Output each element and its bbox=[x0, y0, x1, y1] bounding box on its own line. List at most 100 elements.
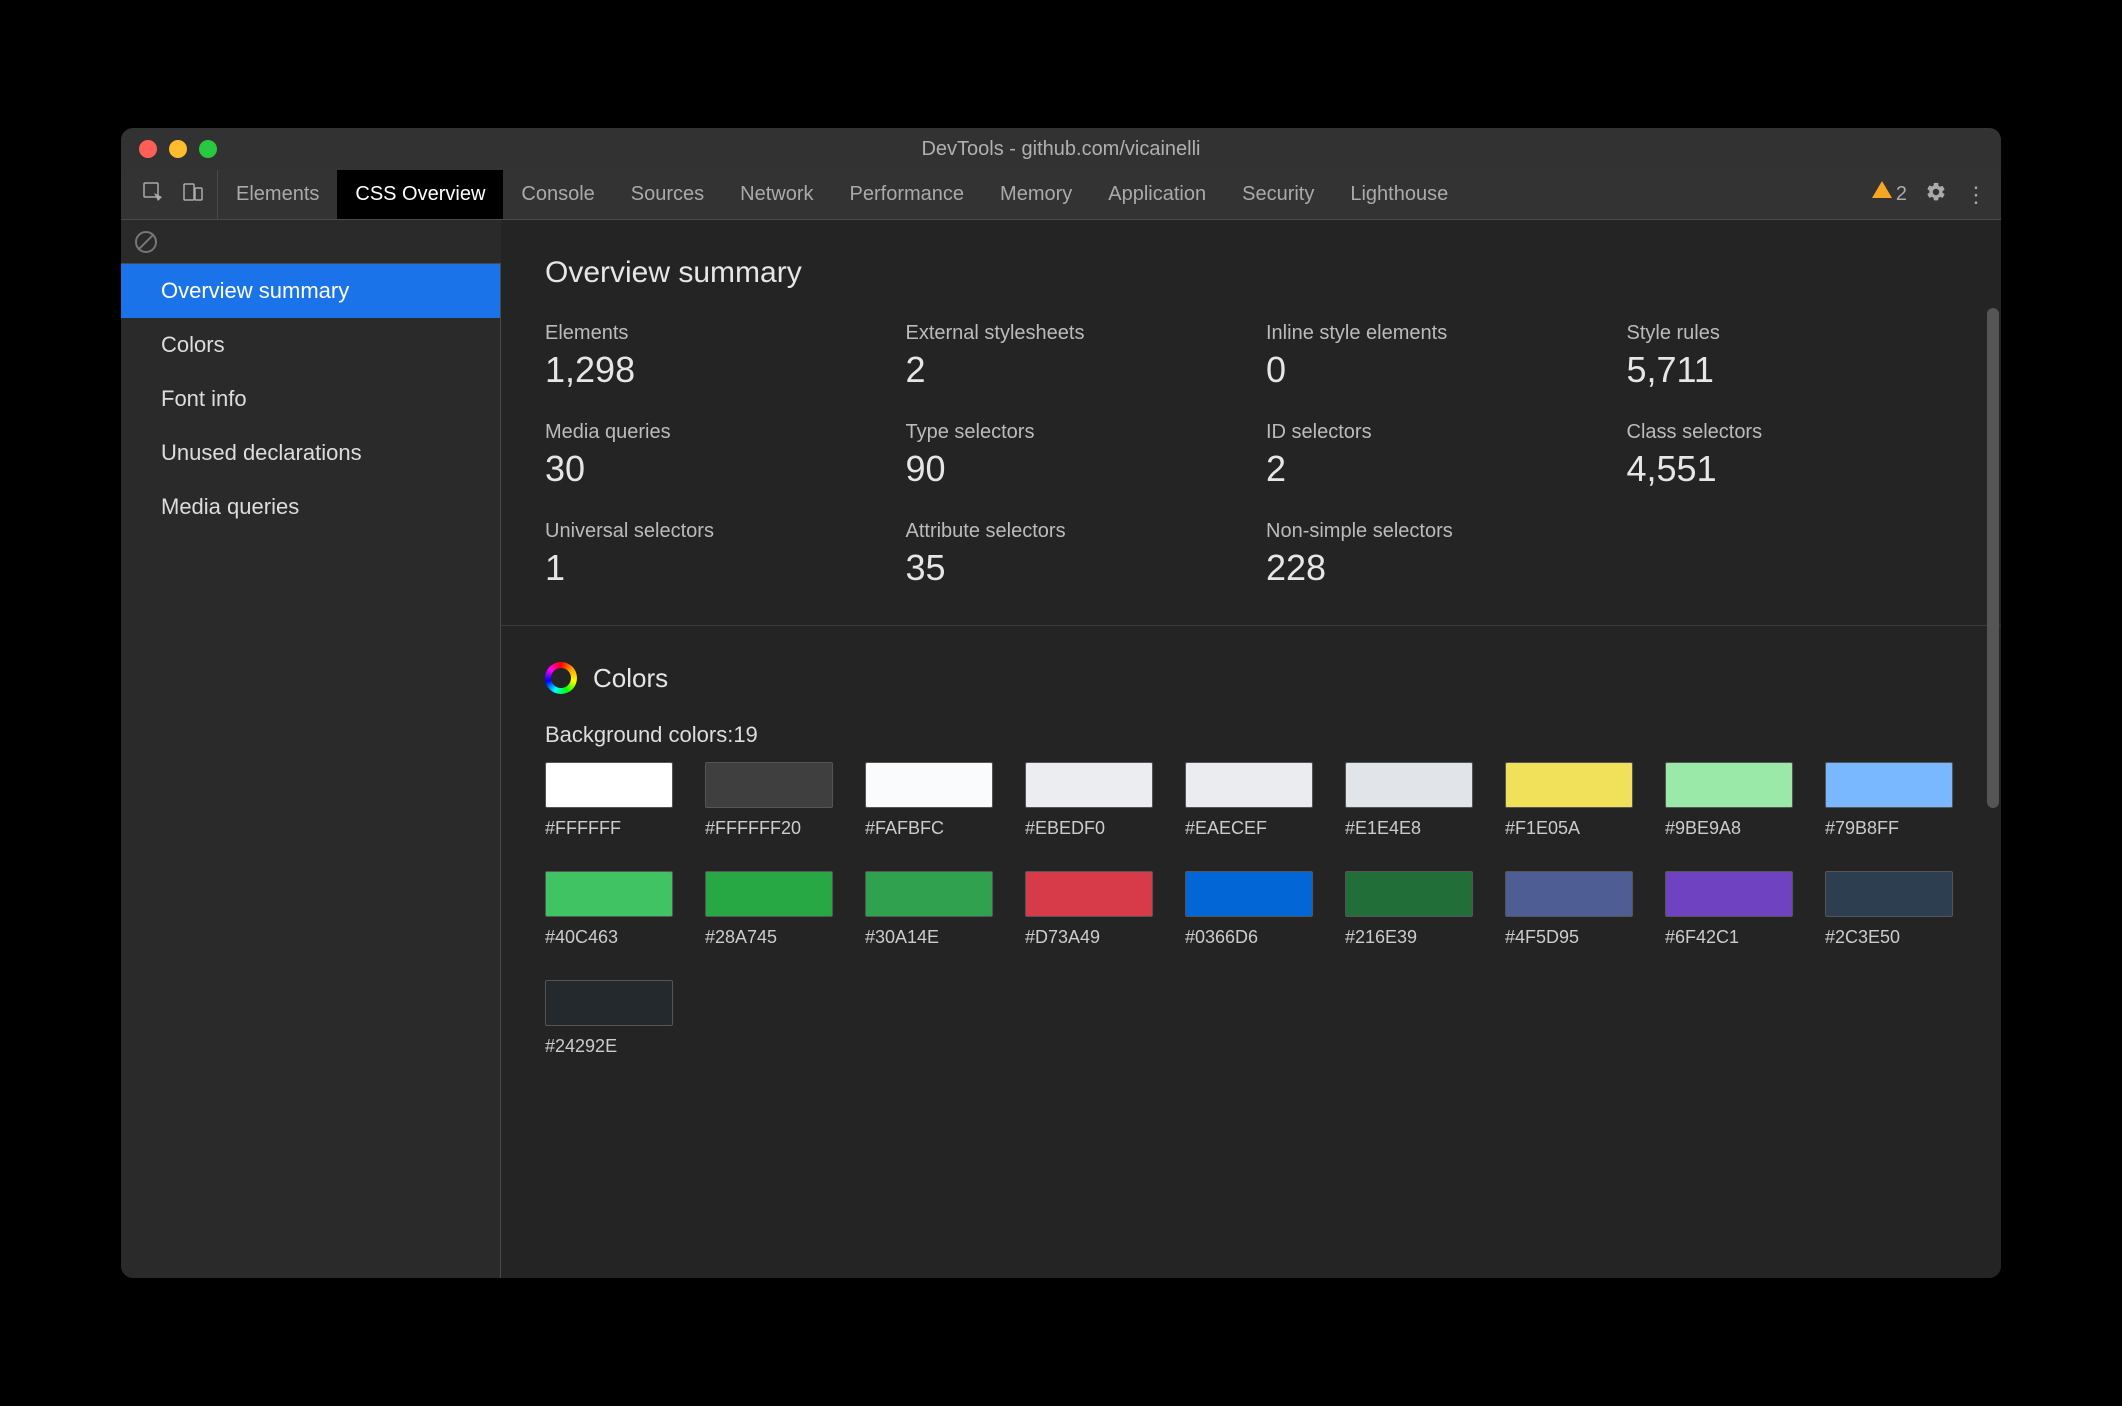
close-window-button[interactable] bbox=[139, 140, 157, 158]
stat-value: 35 bbox=[906, 547, 1237, 589]
swatch-label: #F1E05A bbox=[1505, 818, 1633, 839]
panel-tabs: ElementsCSS OverviewConsoleSourcesNetwor… bbox=[218, 170, 1466, 219]
colors-heading: Colors bbox=[593, 663, 668, 694]
tab-console[interactable]: Console bbox=[503, 170, 612, 219]
swatch-label: #D73A49 bbox=[1025, 927, 1153, 948]
stat-value: 2 bbox=[906, 349, 1237, 391]
stat-value: 2 bbox=[1266, 448, 1597, 490]
clear-overview-icon[interactable] bbox=[135, 231, 157, 253]
stat-label: Media queries bbox=[545, 421, 876, 444]
tab-sources[interactable]: Sources bbox=[613, 170, 722, 219]
overview-summary-section: Overview summary Elements1,298 External s… bbox=[501, 220, 2001, 626]
devtools-window: DevTools - github.com/vicainelli Element… bbox=[121, 128, 2001, 1278]
color-swatch[interactable]: #4F5D95 bbox=[1505, 871, 1633, 948]
swatch-label: #4F5D95 bbox=[1505, 927, 1633, 948]
color-swatch[interactable]: #EAECEF bbox=[1185, 762, 1313, 839]
toolbar-right: 2 ⋮ bbox=[1872, 181, 1993, 209]
color-swatch[interactable]: #40C463 bbox=[545, 871, 673, 948]
sidebar-item-overview-summary[interactable]: Overview summary bbox=[121, 264, 500, 318]
stat-label: ID selectors bbox=[1266, 421, 1597, 444]
stat-value: 4,551 bbox=[1627, 448, 1958, 490]
tab-elements[interactable]: Elements bbox=[218, 170, 337, 219]
issues-badge[interactable]: 2 bbox=[1872, 183, 1907, 206]
sidebar: Overview summaryColorsFont infoUnused de… bbox=[121, 264, 501, 1278]
stat-non-simple-selectors: Non-simple selectors 228 bbox=[1266, 520, 1597, 589]
stat-value: 5,711 bbox=[1627, 349, 1958, 391]
section-heading: Overview summary bbox=[545, 256, 1957, 290]
swatch-label: #28A745 bbox=[705, 927, 833, 948]
device-toolbar-icon[interactable] bbox=[181, 180, 205, 209]
settings-icon[interactable] bbox=[1925, 181, 1947, 209]
swatch-label: #79B8FF bbox=[1825, 818, 1953, 839]
tab-memory[interactable]: Memory bbox=[982, 170, 1090, 219]
color-swatch[interactable]: #30A14E bbox=[865, 871, 993, 948]
stat-value: 228 bbox=[1266, 547, 1597, 589]
tab-security[interactable]: Security bbox=[1224, 170, 1332, 219]
tab-css-overview[interactable]: CSS Overview bbox=[337, 170, 503, 219]
swatch-box bbox=[545, 871, 673, 917]
color-swatch[interactable]: #6F42C1 bbox=[1665, 871, 1793, 948]
tab-performance[interactable]: Performance bbox=[832, 170, 983, 219]
stat-elements: Elements1,298 bbox=[545, 322, 876, 391]
swatch-label: #FFFFFF20 bbox=[705, 818, 833, 839]
sidebar-toolbar bbox=[121, 220, 501, 264]
stat-attribute-selectors: Attribute selectors 35 bbox=[906, 520, 1237, 589]
stat-value: 1,298 bbox=[545, 349, 876, 391]
swatch-label: #FFFFFF bbox=[545, 818, 673, 839]
color-swatch[interactable]: #216E39 bbox=[1345, 871, 1473, 948]
color-swatch[interactable]: #E1E4E8 bbox=[1345, 762, 1473, 839]
stat-label: Inline style elements bbox=[1266, 322, 1597, 345]
stat-inline-style-elements: Inline style elements 0 bbox=[1266, 322, 1597, 391]
swatch-box bbox=[1665, 871, 1793, 917]
color-swatch[interactable]: #EBEDF0 bbox=[1025, 762, 1153, 839]
tab-lighthouse[interactable]: Lighthouse bbox=[1332, 170, 1466, 219]
color-swatch[interactable]: #FAFBFC bbox=[865, 762, 993, 839]
minimize-window-button[interactable] bbox=[169, 140, 187, 158]
swatch-label: #FAFBFC bbox=[865, 818, 993, 839]
stat-label: Non-simple selectors bbox=[1266, 520, 1597, 543]
color-swatch[interactable]: #F1E05A bbox=[1505, 762, 1633, 839]
color-swatch[interactable]: #D73A49 bbox=[1025, 871, 1153, 948]
swatch-box bbox=[1185, 871, 1313, 917]
swatch-label: #9BE9A8 bbox=[1665, 818, 1793, 839]
color-wheel-icon bbox=[545, 662, 577, 694]
color-swatch[interactable]: #FFFFFF bbox=[545, 762, 673, 839]
titlebar: DevTools - github.com/vicainelli bbox=[121, 128, 2001, 170]
swatch-box bbox=[1505, 762, 1633, 808]
color-swatch[interactable]: #79B8FF bbox=[1825, 762, 1953, 839]
tab-application[interactable]: Application bbox=[1090, 170, 1224, 219]
sidebar-item-colors[interactable]: Colors bbox=[121, 318, 500, 372]
sidebar-item-unused-declarations[interactable]: Unused declarations bbox=[121, 426, 500, 480]
stat-style-rules: Style rules5,711 bbox=[1627, 322, 1958, 391]
swatch-label: #2C3E50 bbox=[1825, 927, 1953, 948]
swatch-box bbox=[545, 762, 673, 808]
more-options-icon[interactable]: ⋮ bbox=[1965, 182, 1985, 208]
stat-value: 30 bbox=[545, 448, 876, 490]
color-swatch[interactable]: #0366D6 bbox=[1185, 871, 1313, 948]
vertical-scrollbar[interactable] bbox=[1987, 308, 1999, 808]
swatch-box bbox=[705, 871, 833, 917]
swatch-box bbox=[1345, 871, 1473, 917]
stat-label: External stylesheets bbox=[906, 322, 1237, 345]
tab-network[interactable]: Network bbox=[722, 170, 831, 219]
toolbar-icons bbox=[129, 170, 218, 219]
color-swatch[interactable]: #FFFFFF20 bbox=[705, 762, 833, 839]
content-area: Overview summaryColorsFont infoUnused de… bbox=[121, 220, 2001, 1278]
stat-external-stylesheets: External stylesheets 2 bbox=[906, 322, 1237, 391]
stat-media-queries: Media queries 30 bbox=[545, 421, 876, 490]
color-swatch[interactable]: #2C3E50 bbox=[1825, 871, 1953, 948]
swatch-label: #0366D6 bbox=[1185, 927, 1313, 948]
sidebar-item-media-queries[interactable]: Media queries bbox=[121, 480, 500, 534]
color-swatch[interactable]: #9BE9A8 bbox=[1665, 762, 1793, 839]
sidebar-item-font-info[interactable]: Font info bbox=[121, 372, 500, 426]
color-swatch[interactable]: #28A745 bbox=[705, 871, 833, 948]
swatch-label: #40C463 bbox=[545, 927, 673, 948]
swatch-box bbox=[1345, 762, 1473, 808]
swatch-box bbox=[1825, 871, 1953, 917]
color-swatch[interactable]: #24292E bbox=[545, 980, 673, 1057]
maximize-window-button[interactable] bbox=[199, 140, 217, 158]
swatch-box bbox=[865, 762, 993, 808]
stat-label: Attribute selectors bbox=[906, 520, 1237, 543]
stat-value: 0 bbox=[1266, 349, 1597, 391]
inspect-element-icon[interactable] bbox=[141, 180, 165, 209]
